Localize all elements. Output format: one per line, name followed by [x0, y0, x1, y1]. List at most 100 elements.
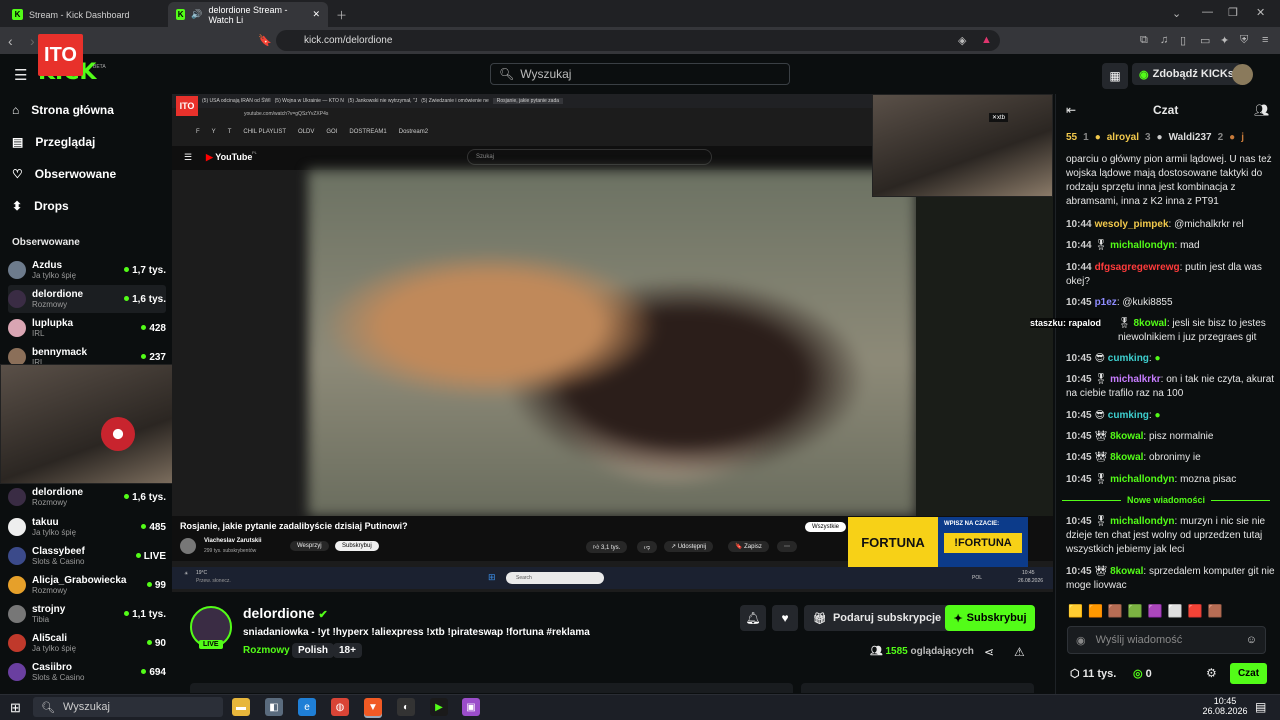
browser-tab-stream[interactable]: K 🔊 delordione Stream - Watch Li ✕	[168, 2, 328, 27]
captured-lang: POL	[972, 575, 983, 581]
streamer-name: delordione	[243, 605, 315, 621]
brave-rewards-icon[interactable]: ▲	[981, 34, 992, 46]
maximize-icon[interactable]: ❐	[1228, 6, 1238, 19]
brave-shield-icon[interactable]: ◈	[958, 34, 966, 47]
vpn-icon[interactable]: ⛨	[1240, 34, 1248, 47]
emoji-icon[interactable]: ☺	[1246, 634, 1257, 646]
channel-item[interactable]: strojny Tibia 1,1 tys.	[8, 600, 166, 628]
browser-tab-dashboard[interactable]: K Stream - Kick Dashboard	[4, 2, 164, 27]
channel-item[interactable]: Azdus Ja tylko śpię 1,7 tys.	[8, 256, 166, 284]
windows-start-icon[interactable]: ⊞	[10, 700, 21, 716]
tab-search-icon[interactable]: ⌄	[1172, 7, 1181, 20]
sidebar-toggle-icon[interactable]: ▯	[1180, 34, 1186, 47]
message-user[interactable]: michallondyn	[1110, 474, 1174, 485]
extensions-icon[interactable]: ⧉	[1140, 34, 1148, 47]
kicks-icon: ⬡	[1070, 668, 1080, 680]
channel-item[interactable]: luplupka IRL 428	[8, 314, 166, 342]
channel-item[interactable]: Alicja_Grabowiecka Rozmowy 99	[8, 571, 166, 599]
new-messages-divider[interactable]: Nowe wiadomości	[1062, 494, 1270, 506]
beta-badge: BETA	[93, 64, 106, 70]
wallet-icon[interactable]: ▭	[1200, 34, 1210, 47]
message-user[interactable]: 8kowal	[1110, 431, 1143, 442]
stream-category[interactable]: Rozmowy	[243, 645, 290, 656]
message-user[interactable]: cumking	[1108, 410, 1149, 421]
minimize-icon[interactable]: —	[1202, 6, 1213, 18]
emote-icon[interactable]: 🟫	[1108, 604, 1123, 620]
taskbar-search[interactable]: 🔍︎ Wyszukaj	[33, 697, 223, 717]
emote-icon[interactable]: ⬜	[1168, 604, 1183, 620]
kick-app-icon[interactable]: ▶	[430, 698, 448, 716]
emote-icon[interactable]: 🟩	[1128, 604, 1143, 620]
message-user[interactable]: wesoly_pimpek	[1095, 219, 1169, 230]
message-user[interactable]: 8kowal	[1133, 318, 1166, 329]
emote-icon[interactable]: 🟪	[1148, 604, 1163, 620]
kicks-balance[interactable]: ⬡ 11 tys.	[1070, 667, 1116, 680]
nav-following[interactable]: ♡ Obserwowane	[12, 167, 116, 181]
channel-item[interactable]: Casiibro Slots & Casino 694	[8, 658, 166, 686]
media-icon[interactable]: ♫	[1160, 34, 1168, 46]
message-user[interactable]: 8kowal	[1110, 566, 1143, 577]
app-icon[interactable]: ◧	[265, 698, 283, 716]
chat-input[interactable]: ◉ Wyślij wiadomość ☺	[1067, 626, 1266, 654]
language-tag[interactable]: Polish	[292, 643, 335, 658]
gift-subs-button[interactable]: 🎁︎ Podaruj subskrypcje	[804, 605, 951, 631]
send-chat-button[interactable]: Czat	[1230, 663, 1267, 684]
nav-home[interactable]: ⌂ Strona główna	[12, 103, 114, 117]
menu-icon[interactable]: ≡	[1262, 34, 1268, 46]
user-avatar[interactable]	[1232, 64, 1253, 85]
channel-item[interactable]: Ali5cali Ja tylko śpię 90	[8, 629, 166, 657]
system-clock[interactable]: 10:45 26.08.2026	[1200, 696, 1250, 716]
notification-button[interactable]: 🔔︎	[740, 605, 766, 631]
file-explorer-icon[interactable]: ▬	[232, 698, 250, 716]
message-user[interactable]: 8kowal	[1110, 452, 1143, 463]
channel-viewers: LIVE	[136, 551, 166, 562]
share-icon[interactable]: ⋖	[984, 645, 994, 659]
collapse-chat-icon[interactable]: ⇤	[1066, 103, 1076, 117]
channel-points[interactable]: ◎ 0	[1133, 667, 1152, 680]
gear-icon[interactable]: ⚙	[1206, 666, 1217, 680]
chrome-icon[interactable]: ◍	[331, 698, 349, 716]
message-user[interactable]: michallondyn	[1110, 516, 1174, 527]
forward-icon[interactable]: ›	[30, 33, 35, 49]
message-user[interactable]: p1ez	[1095, 297, 1117, 308]
nav-drops[interactable]: ⬍ Drops	[12, 199, 69, 213]
get-kicks-button[interactable]: ◉ Zdobądź KICKs	[1132, 63, 1241, 85]
new-tab-icon[interactable]: ＋	[336, 7, 347, 23]
emote-icon[interactable]: 🟥	[1188, 604, 1203, 620]
message-user[interactable]: michallondyn	[1110, 240, 1174, 251]
streamer-name-row[interactable]: delordione ✔	[243, 605, 328, 621]
edge-icon[interactable]: e	[298, 698, 316, 716]
close-tab-icon[interactable]: ✕	[312, 9, 320, 20]
chat-settings-icon[interactable]: ◉	[1076, 634, 1086, 647]
emote-icon[interactable]: 🟫	[1208, 604, 1223, 620]
clip-icon[interactable]: ⚠	[1014, 645, 1025, 659]
address-bar[interactable]: kick.com/delordione	[276, 30, 1000, 51]
age-tag[interactable]: 18+	[333, 643, 362, 658]
message-user[interactable]: dfgsagregewrewg	[1095, 262, 1180, 273]
dashboard-button[interactable]: ▦	[1102, 63, 1128, 89]
follow-button[interactable]: ♥	[772, 605, 798, 631]
hamburger-icon[interactable]: ☰	[14, 66, 27, 84]
video-player[interactable]: (5) USA odcinają IRAN od ŚWI (5) Wojna w…	[172, 94, 1053, 592]
close-window-icon[interactable]: ✕	[1256, 6, 1265, 19]
channel-item[interactable]: Classybeef Slots & Casino LIVE	[8, 542, 166, 570]
notifications-icon[interactable]: ▤	[1255, 700, 1266, 714]
channel-item-active[interactable]: delordione Rozmowy 1,6 tys.	[8, 285, 166, 313]
bookmark-icon[interactable]: 🔖	[258, 34, 272, 47]
message-user[interactable]: michalkrkr	[1110, 374, 1161, 385]
back-icon[interactable]: ‹	[8, 33, 13, 49]
search-input[interactable]: 🔍︎ Wyszukaj	[490, 63, 790, 85]
app-icon[interactable]: ▣	[462, 698, 480, 716]
emote-icon[interactable]: 🟧	[1088, 604, 1103, 620]
emote-icon[interactable]: 🟨	[1068, 604, 1083, 620]
channel-item[interactable]: delordione Rozmowy 1,6 tys.	[8, 483, 166, 511]
message-user[interactable]: cumking	[1108, 353, 1149, 364]
leo-ai-icon[interactable]: ✦	[1220, 34, 1229, 47]
channel-item[interactable]: takuu Ja tylko śpię 485	[8, 513, 166, 541]
obs-icon[interactable]: ◐	[397, 698, 415, 716]
subscribe-button[interactable]: ✦ Subskrybuj	[945, 605, 1035, 631]
chat-users-icon[interactable]: 👥︎	[1254, 103, 1269, 117]
emote-bar[interactable]: 🟨 🟧 🟫 🟩 🟪 ⬜ 🟥 🟫	[1068, 604, 1268, 620]
nav-browse[interactable]: ▤ Przeglądaj	[12, 135, 95, 149]
brave-icon[interactable]: ▼	[364, 698, 382, 716]
